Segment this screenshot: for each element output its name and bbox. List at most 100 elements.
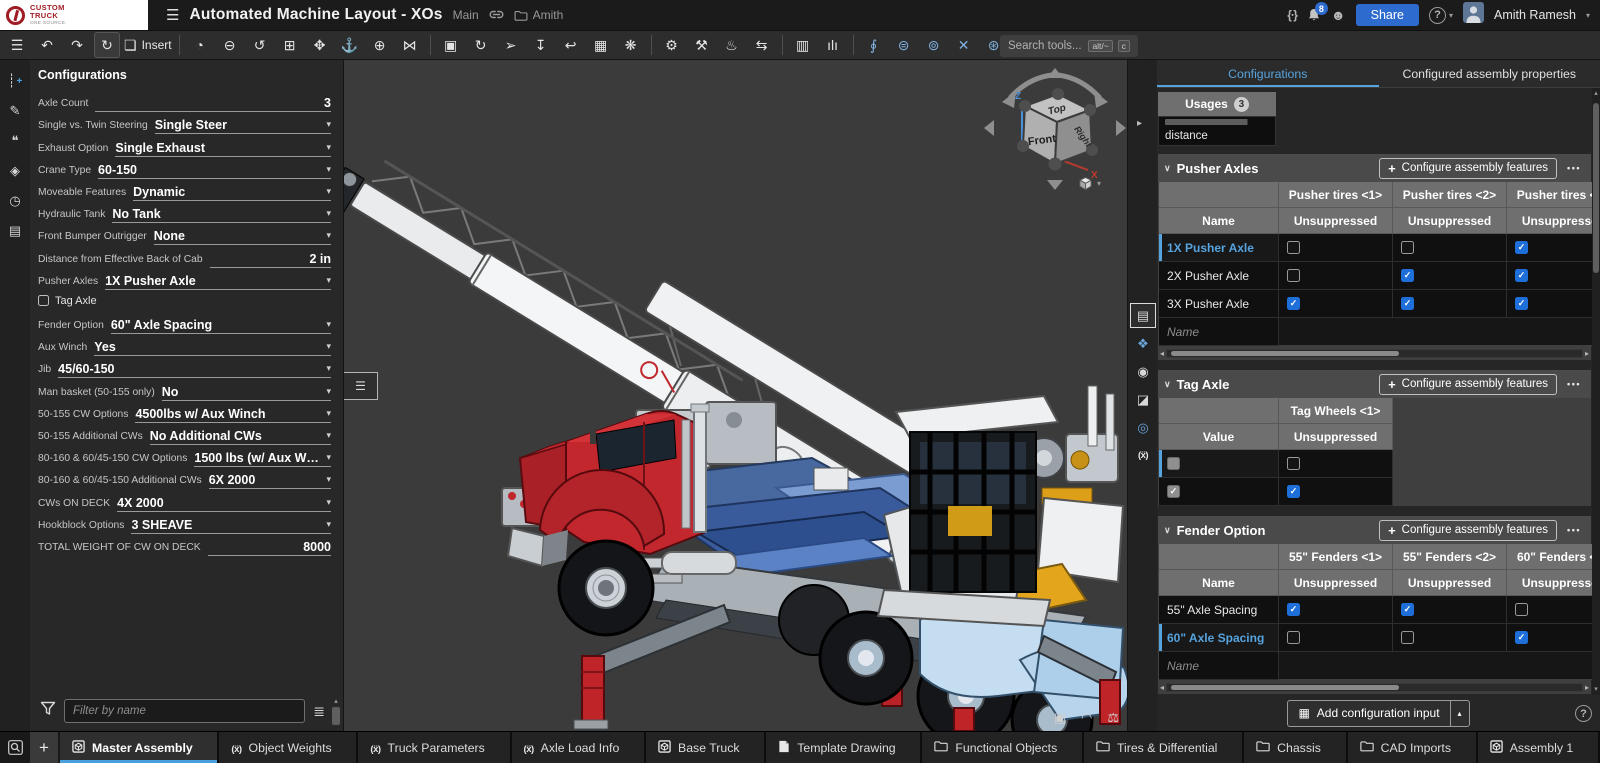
checkbox[interactable]: ✓ xyxy=(1515,269,1528,282)
new-row-name-input[interactable]: Name xyxy=(1159,318,1279,346)
scroll-left-icon[interactable]: ◂ xyxy=(1160,684,1164,692)
appearance-globe-panel-icon[interactable]: ◎ xyxy=(1130,415,1156,440)
3d-viewport[interactable]: Z X Top Front Right ▾ ☰ ▣◠⚖ xyxy=(344,60,1127,731)
layout-blocks-icon[interactable]: ▦ xyxy=(588,32,614,58)
filter-input[interactable] xyxy=(64,699,305,723)
move-mate-icon[interactable]: ✥ xyxy=(307,32,333,58)
checkbox[interactable]: ✓ xyxy=(1515,241,1528,254)
search-tabs-button[interactable] xyxy=(0,732,30,763)
folder-breadcrumb[interactable]: Amith xyxy=(514,8,564,22)
select-field[interactable]: 3 SHEAVE▾ xyxy=(131,512,331,534)
select-field[interactable]: 4500lbs w/ Aux Winch▾ xyxy=(135,401,331,423)
insert-icon[interactable]: ❏Insert xyxy=(124,32,172,58)
checkbox[interactable] xyxy=(1287,457,1300,470)
horizontal-scrollbar[interactable]: ◂▸ xyxy=(1160,681,1589,694)
scroll-right-icon[interactable]: ▸ xyxy=(1585,350,1589,358)
checkbox[interactable]: ✓ xyxy=(1401,603,1414,616)
help-icon[interactable]: ? xyxy=(1575,705,1592,722)
undo-icon[interactable]: ↶ xyxy=(34,32,60,58)
view-cube[interactable]: Z X Top Front Right xyxy=(980,68,1127,196)
checkbox[interactable]: ✓ xyxy=(1401,297,1414,310)
scroll-left-icon[interactable]: ◂ xyxy=(1160,350,1164,358)
tab-master-assembly[interactable]: Master Assembly xyxy=(60,732,219,763)
select-field[interactable]: Yes▾ xyxy=(94,334,331,356)
avatar[interactable] xyxy=(1463,2,1484,28)
number-field[interactable]: 8000 xyxy=(208,534,331,556)
mate-connector-add-icon[interactable]: ┊+ xyxy=(0,66,30,96)
horizontal-scrollbar[interactable]: ◂▸ xyxy=(1160,347,1589,360)
table-row[interactable]: 60" Axle Spacing✓ xyxy=(1159,624,1592,652)
appearance-edit-icon[interactable]: ✎ xyxy=(0,96,30,126)
table-row[interactable] xyxy=(1159,450,1592,478)
notifications-bell[interactable]: 8 xyxy=(1307,8,1321,22)
checkbox[interactable] xyxy=(1287,631,1300,644)
tab-object-weights[interactable]: (ẍ)Object Weights xyxy=(219,732,358,763)
search-tools-field[interactable]: Search tools... alt/~ c xyxy=(1000,35,1138,57)
more-options-button[interactable]: ••• xyxy=(1567,525,1581,535)
relation-icon[interactable]: ⋈ xyxy=(397,32,423,58)
featurescript-braces-icon[interactable]: {∙} xyxy=(1287,8,1297,22)
snap-corner-icon[interactable]: ↩ xyxy=(558,32,584,58)
help-icon[interactable]: ? xyxy=(1429,7,1446,24)
scrollbar-thumb[interactable] xyxy=(1171,351,1399,356)
snapshot-panel-icon[interactable]: ◉ xyxy=(1130,359,1156,384)
mate-icon[interactable]: ◔ xyxy=(187,32,213,58)
assembly-tree-icon[interactable]: ☰ xyxy=(4,32,30,58)
cursor-part-icon[interactable]: ➢ xyxy=(498,32,524,58)
chevron-down-icon[interactable]: ▾ xyxy=(1586,11,1590,20)
tab-axle-load-info[interactable]: (ẍ)Axle Load Info xyxy=(512,732,646,763)
collision-icon[interactable]: ✕ xyxy=(951,32,977,58)
mass-properties-scale-icon[interactable]: ⚖ xyxy=(1107,710,1119,726)
checkbox[interactable] xyxy=(1401,241,1414,254)
collapse-panel-arrow-icon[interactable]: ▸ xyxy=(1137,118,1142,129)
tab-assembly-1[interactable]: Assembly 1 xyxy=(1478,732,1600,763)
support-head-icon[interactable]: ☻ xyxy=(1331,7,1346,23)
tab-cad-imports[interactable]: CAD Imports xyxy=(1348,732,1478,763)
select-field[interactable]: Single Exhaust▾ xyxy=(115,134,331,156)
assembly-features-gear-icon[interactable]: ⚙ xyxy=(659,32,685,58)
ball-mate-icon[interactable]: ↺ xyxy=(247,32,273,58)
link-icon[interactable] xyxy=(489,6,504,24)
section-panel-icon[interactable]: ◪ xyxy=(1130,387,1156,412)
select-field[interactable]: No Additional CWs▾ xyxy=(150,423,331,445)
select-field[interactable]: 60-150▾ xyxy=(98,157,331,179)
column-chart-icon[interactable]: ılı xyxy=(820,32,846,58)
select-field[interactable]: No▾ xyxy=(162,378,331,400)
machine-stand-icon[interactable]: ⚒ xyxy=(689,32,715,58)
printer-icon[interactable]: ▣ xyxy=(1054,710,1066,726)
select-field[interactable]: 1500 lbs (w/ Aux Winch)▾ xyxy=(194,445,331,467)
checkbox[interactable] xyxy=(1287,269,1300,282)
add-tab-button[interactable]: + xyxy=(30,732,58,763)
checkbox[interactable]: ✓ xyxy=(1167,485,1180,498)
scrollbar-thumb[interactable] xyxy=(1171,685,1399,690)
select-field[interactable]: No Tank▾ xyxy=(112,201,331,223)
scatter-icon[interactable]: ❋ xyxy=(618,32,644,58)
scroll-up-icon[interactable]: ▴ xyxy=(334,698,338,705)
workspace-name[interactable]: Main xyxy=(453,8,479,22)
tab-base-truck[interactable]: Base Truck xyxy=(646,732,766,763)
history-clock-icon[interactable]: ◷ xyxy=(0,186,30,216)
comment-icon[interactable]: ❝ xyxy=(0,126,30,156)
update-sync-icon[interactable]: ↻ xyxy=(94,32,120,58)
right-panel-tab-configurations[interactable]: Configurations xyxy=(1157,60,1379,87)
select-field[interactable]: 6X 2000▾ xyxy=(209,467,331,489)
tab-tires-differential[interactable]: Tires & Differential xyxy=(1084,732,1244,763)
number-field[interactable]: 2 in xyxy=(210,245,331,267)
notes-icon[interactable]: ▥ xyxy=(790,32,816,58)
planar-mate-icon[interactable]: ⊞ xyxy=(277,32,303,58)
checkbox[interactable] xyxy=(1515,603,1528,616)
table-row[interactable]: 55" Axle Spacing✓✓ xyxy=(1159,596,1592,624)
grill-icon[interactable]: ♨ xyxy=(719,32,745,58)
table-row[interactable]: 2X Pusher Axle✓✓ xyxy=(1159,262,1592,290)
checkbox[interactable]: ✓ xyxy=(1515,631,1528,644)
new-row-name-input[interactable]: Name xyxy=(1159,652,1279,680)
structure-panel-icon[interactable]: ▤ xyxy=(1130,303,1156,328)
checkbox[interactable]: ✓ xyxy=(1401,269,1414,282)
add-configuration-dropdown[interactable]: ▴ xyxy=(1451,701,1469,726)
checkbox[interactable]: ✓ xyxy=(1287,297,1300,310)
checkbox[interactable] xyxy=(38,295,49,306)
scrollbar-thumb[interactable] xyxy=(1593,103,1599,273)
scroll-right-icon[interactable]: ▸ xyxy=(1585,684,1589,692)
isolate-ring-icon[interactable]: ⊚ xyxy=(921,32,947,58)
table-row[interactable]: 3X Pusher Axle✓✓✓ xyxy=(1159,290,1592,318)
